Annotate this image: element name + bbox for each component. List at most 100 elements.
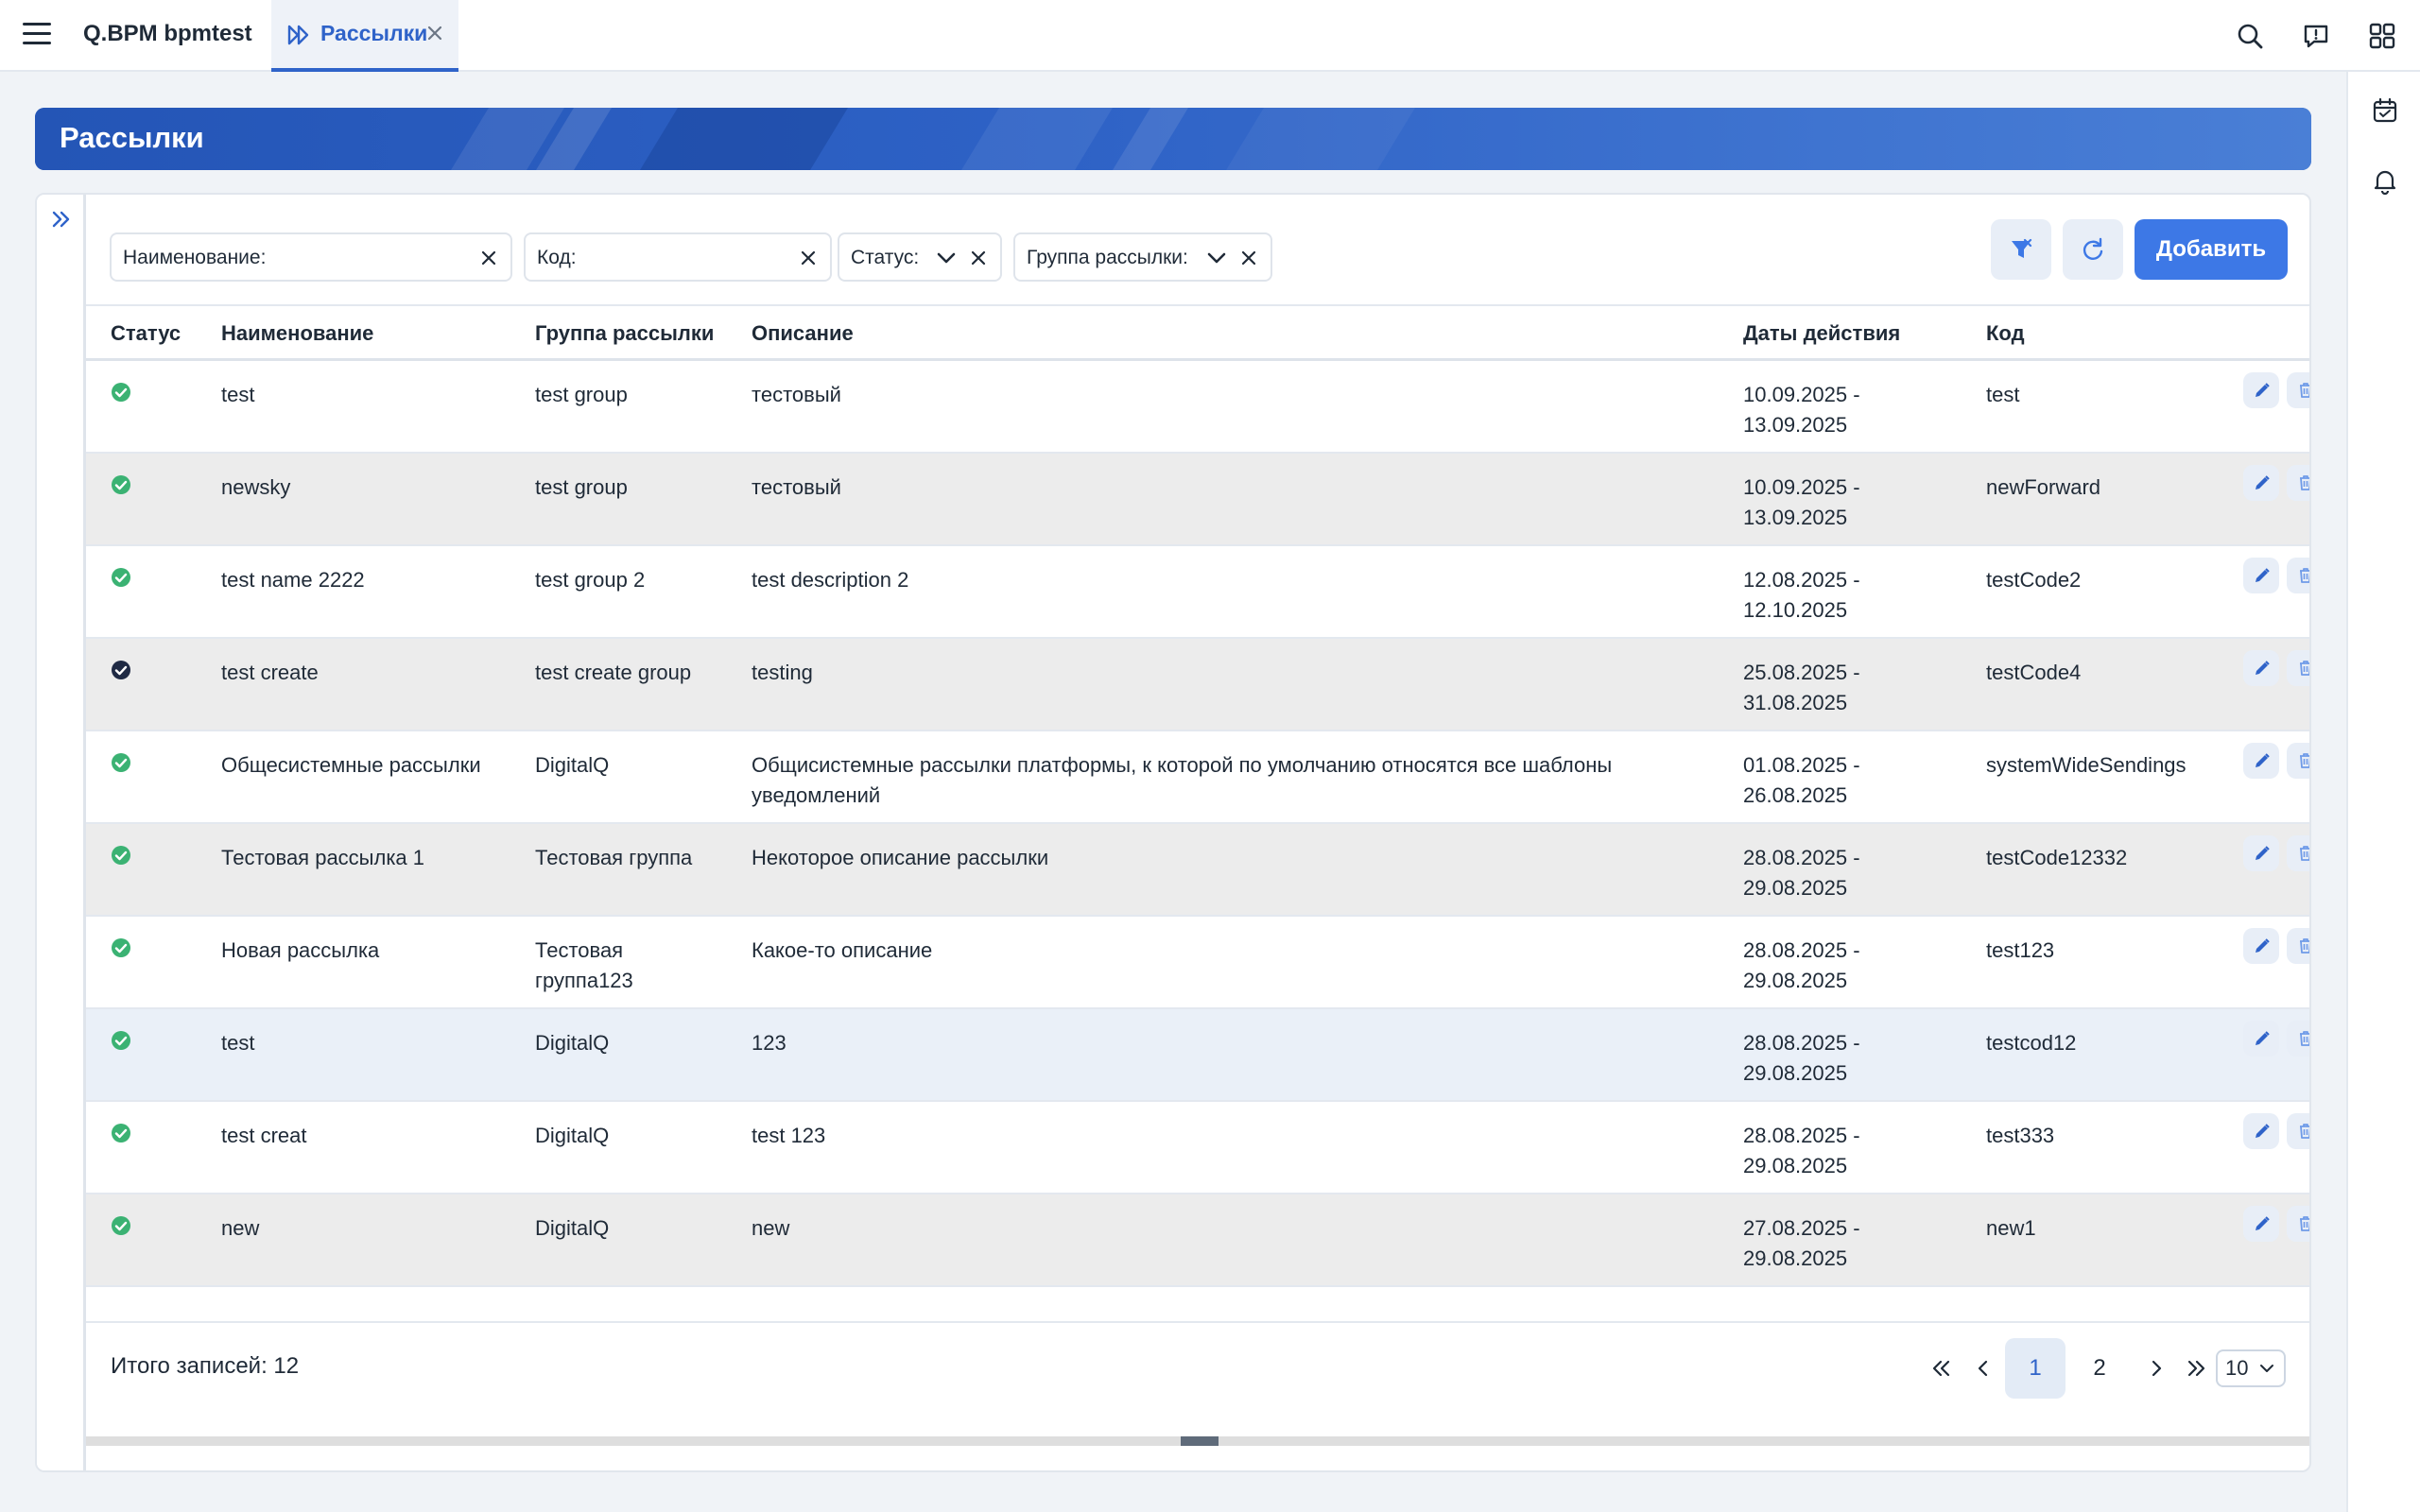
cell-code: testCode4 xyxy=(1986,661,2082,684)
page-size-select[interactable]: 10 xyxy=(2216,1349,2286,1387)
status-filter[interactable]: Статус: xyxy=(838,232,1002,282)
pencil-icon xyxy=(2256,568,2270,582)
clear-group-filter-icon[interactable] xyxy=(1238,248,1259,268)
group-filter[interactable]: Группа рассылки: xyxy=(1013,232,1272,282)
cell-name: test xyxy=(221,1031,255,1055)
clear-filters-button[interactable] xyxy=(1991,219,2051,280)
pencil-icon xyxy=(2256,938,2270,953)
delete-button[interactable] xyxy=(2287,835,2309,871)
top-bar: Q.BPM bpmtest Рассылки xyxy=(0,0,2420,72)
table-row[interactable]: newsky test group тестовый 10.09.2025 - 13.… xyxy=(86,454,2309,546)
cell-group: Тестовая группа xyxy=(535,846,693,869)
name-filter-label: Наименование: xyxy=(123,247,267,268)
status-check-icon xyxy=(112,1216,130,1235)
chevron-down-icon[interactable] xyxy=(936,249,957,266)
app-title[interactable]: Q.BPM bpmtest xyxy=(83,21,252,47)
calendar-icon[interactable] xyxy=(2371,96,2399,125)
prev-page-icon[interactable] xyxy=(1972,1357,1995,1380)
delete-button[interactable] xyxy=(2287,558,2309,593)
column-header-name[interactable]: Наименование xyxy=(221,321,373,346)
comment-icon[interactable] xyxy=(2301,21,2331,51)
trash-icon xyxy=(2300,1124,2309,1139)
first-page-icon[interactable] xyxy=(1929,1357,1952,1380)
edit-button[interactable] xyxy=(2243,558,2279,593)
code-filter[interactable]: Код: xyxy=(524,232,832,282)
column-header-group[interactable]: Группа рассылки xyxy=(535,321,714,346)
cell-group: DigitalQ xyxy=(535,1216,610,1240)
delete-button[interactable] xyxy=(2287,1206,2309,1242)
clear-name-filter-icon[interactable] xyxy=(478,248,499,268)
delete-button[interactable] xyxy=(2287,372,2309,408)
scrollbar-thumb[interactable] xyxy=(1181,1436,1219,1446)
table-row[interactable]: test creat DigitalQ test 123 28.08.2025 - 2… xyxy=(86,1102,2309,1194)
table-row[interactable]: new DigitalQ new 27.08.2025 - 29.08.2025 new… xyxy=(86,1194,2309,1287)
edit-button[interactable] xyxy=(2243,1021,2279,1057)
expand-sidebar-icon[interactable] xyxy=(50,208,73,231)
edit-button[interactable] xyxy=(2243,465,2279,501)
cell-name: test creat xyxy=(221,1124,307,1147)
cell-group: test group 2 xyxy=(535,568,646,592)
table-row[interactable]: Новая рассылка Тестовая группа123 Какое-то… xyxy=(86,917,2309,1009)
status-check-icon xyxy=(112,938,130,957)
trash-icon xyxy=(2300,568,2309,583)
delete-button[interactable] xyxy=(2287,928,2309,964)
edit-button[interactable] xyxy=(2243,743,2279,779)
cell-name: newsky xyxy=(221,475,291,499)
cell-description: new xyxy=(752,1216,790,1240)
status-filter-label: Статус: xyxy=(851,247,920,268)
delete-button[interactable] xyxy=(2287,1021,2309,1057)
cell-name: new xyxy=(221,1216,260,1240)
clear-status-filter-icon[interactable] xyxy=(968,248,989,268)
menu-icon[interactable] xyxy=(23,23,51,49)
edit-button[interactable] xyxy=(2243,650,2279,686)
refresh-button[interactable] xyxy=(2063,219,2123,280)
trash-icon xyxy=(2300,753,2309,768)
pencil-icon xyxy=(2256,1216,2270,1230)
column-header-dates[interactable]: Даты действия xyxy=(1743,321,1900,346)
edit-button[interactable] xyxy=(2243,372,2279,408)
table-row[interactable]: test DigitalQ 123 28.08.2025 - 29.08.2025 te… xyxy=(86,1009,2309,1102)
column-header-status[interactable]: Статус xyxy=(111,321,181,346)
tab-mailings[interactable]: Рассылки xyxy=(271,0,458,72)
column-header-code[interactable]: Код xyxy=(1986,321,2025,346)
banner-decoration xyxy=(35,108,2311,170)
delete-button[interactable] xyxy=(2287,1113,2309,1149)
page-button-2[interactable]: 2 xyxy=(2069,1338,2130,1399)
delete-button[interactable] xyxy=(2287,743,2309,779)
table-row[interactable]: Тестовая рассылка 1 Тестовая группа Некото… xyxy=(86,824,2309,917)
table-header: Статус Наименование Группа рассылки Опис… xyxy=(86,304,2309,361)
add-button[interactable]: Добавить xyxy=(2135,219,2288,280)
edit-button[interactable] xyxy=(2243,1113,2279,1149)
last-page-icon[interactable] xyxy=(2186,1357,2208,1380)
delete-button[interactable] xyxy=(2287,650,2309,686)
chevron-down-icon[interactable] xyxy=(1206,249,1227,266)
cell-code: testCode2 xyxy=(1986,568,2082,592)
table-row[interactable]: test create test create group testing 25.08… xyxy=(86,639,2309,731)
page-button-1[interactable]: 1 xyxy=(2005,1338,2066,1399)
clear-code-filter-icon[interactable] xyxy=(798,248,819,268)
edit-button[interactable] xyxy=(2243,835,2279,871)
cell-description: тестовый xyxy=(752,383,841,406)
bell-icon[interactable] xyxy=(2371,166,2399,195)
column-header-description[interactable]: Описание xyxy=(752,321,854,346)
delete-button[interactable] xyxy=(2287,465,2309,501)
next-page-icon[interactable] xyxy=(2145,1357,2168,1380)
table-row[interactable]: Общесистемные рассылки DigitalQ Общисистем… xyxy=(86,731,2309,824)
name-filter[interactable]: Наименование: xyxy=(110,232,512,282)
pencil-icon xyxy=(2256,475,2270,490)
cell-group: test group xyxy=(535,475,628,499)
edit-button[interactable] xyxy=(2243,928,2279,964)
cell-name: Тестовая рассылка 1 xyxy=(221,846,425,869)
cell-name: test xyxy=(221,383,255,406)
page-size-value: 10 xyxy=(2225,1356,2249,1380)
table-row[interactable]: test test group тестовый 10.09.2025 - 13.09… xyxy=(86,361,2309,454)
cell-code: testcod12 xyxy=(1986,1031,2077,1055)
apps-icon[interactable] xyxy=(2367,21,2397,51)
edit-button[interactable] xyxy=(2243,1206,2279,1242)
cell-group: DigitalQ xyxy=(535,1124,610,1147)
table-row[interactable]: test name 2222 test group 2 test descripti… xyxy=(86,546,2309,639)
horizontal-scrollbar[interactable] xyxy=(86,1436,2309,1446)
close-icon[interactable] xyxy=(424,23,445,43)
search-icon[interactable] xyxy=(2235,21,2265,51)
status-check-icon xyxy=(112,846,130,865)
